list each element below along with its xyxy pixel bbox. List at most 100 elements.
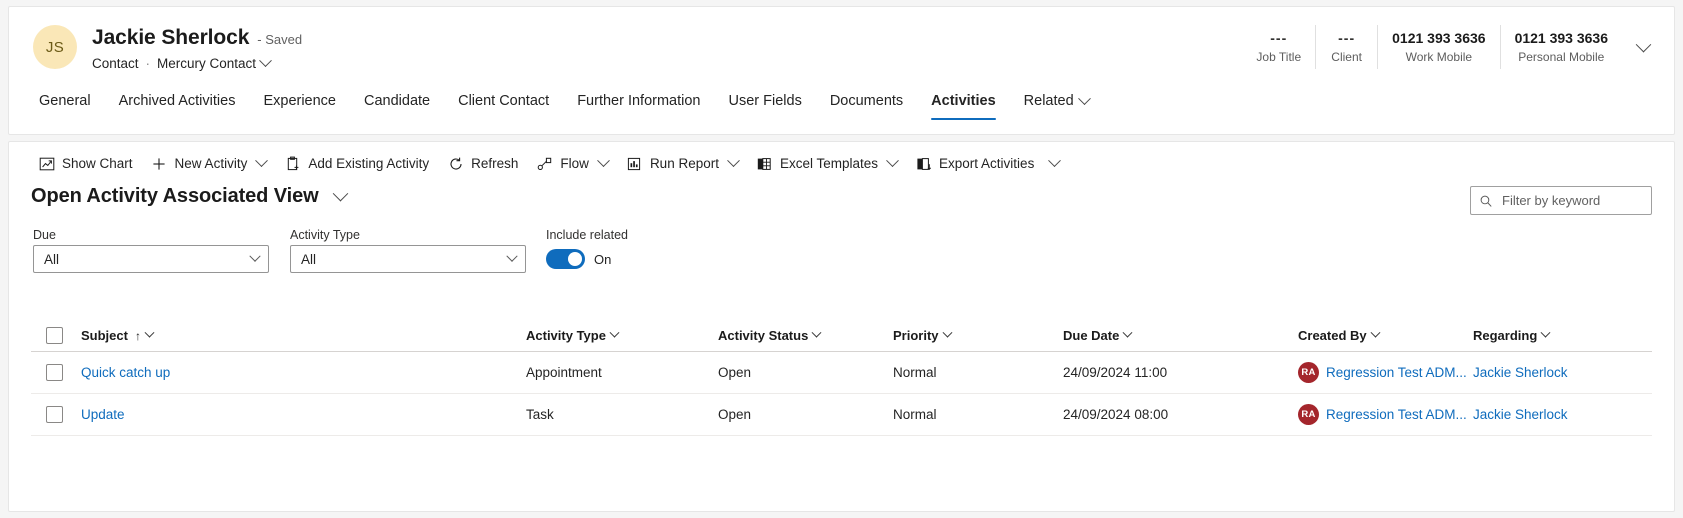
column-header-priority[interactable]: Priority xyxy=(893,328,1063,343)
column-header-activity-status[interactable]: Activity Status xyxy=(718,328,893,343)
created-by-link[interactable]: Regression Test ADM... xyxy=(1326,407,1467,422)
show-chart-button[interactable]: Show Chart xyxy=(29,150,142,177)
data-grid: Subject ↑ Activity Type Activity Status … xyxy=(31,320,1652,436)
search-input[interactable] xyxy=(1500,192,1643,209)
tab-further-information[interactable]: Further Information xyxy=(563,87,714,127)
chevron-down-icon[interactable] xyxy=(886,154,899,168)
record-header-top: JS Jackie Sherlock - Saved Contact · Mer… xyxy=(9,7,1674,85)
chevron-down-icon[interactable] xyxy=(811,328,822,338)
due-filter-select[interactable]: All xyxy=(33,245,269,273)
subject-link[interactable]: Update xyxy=(81,407,125,422)
refresh-button[interactable]: Refresh xyxy=(438,150,527,177)
activity-type-filter: Activity Type All xyxy=(290,228,526,273)
command-label: Flow xyxy=(560,156,589,171)
created-by-link[interactable]: Regression Test ADM... xyxy=(1326,365,1467,380)
cell-due-date: 24/09/2024 08:00 xyxy=(1063,407,1169,422)
toggle-knob xyxy=(568,252,582,266)
column-header-created-by[interactable]: Created By xyxy=(1298,328,1473,343)
command-label: Run Report xyxy=(649,156,719,171)
subject-link[interactable]: Quick catch up xyxy=(81,365,170,380)
chevron-down-icon xyxy=(249,250,261,262)
chevron-down-icon[interactable] xyxy=(1370,328,1381,338)
excel-template-icon xyxy=(756,155,773,172)
export-activities-button[interactable]: Export Activities xyxy=(906,150,1043,177)
chevron-down-icon[interactable] xyxy=(727,154,740,168)
form-selector[interactable]: Mercury Contact xyxy=(157,54,272,71)
cell-subject: Quick catch up xyxy=(81,365,526,380)
tab-documents[interactable]: Documents xyxy=(816,87,917,127)
row-checkbox[interactable] xyxy=(46,364,63,381)
include-related-toggle[interactable] xyxy=(546,249,585,269)
chevron-down-icon[interactable] xyxy=(332,185,348,202)
column-header-regarding[interactable]: Regarding xyxy=(1473,328,1652,343)
stat-label: Work Mobile xyxy=(1405,50,1473,64)
cell-activity-status: Open xyxy=(718,407,752,422)
command-overflow-button[interactable] xyxy=(1043,154,1065,173)
view-title-label: Open Activity Associated View xyxy=(31,185,319,207)
tab-client-contact[interactable]: Client Contact xyxy=(444,87,563,127)
add-existing-icon xyxy=(284,155,301,172)
chevron-down-icon xyxy=(506,250,518,262)
breadcrumb-separator: · xyxy=(145,56,151,71)
stat-personal-mobile: 0121 393 3636 Personal Mobile xyxy=(1499,25,1622,69)
stat-value: 0121 393 3636 xyxy=(1392,30,1486,46)
column-header-activity-type[interactable]: Activity Type xyxy=(526,328,718,343)
view-header-row: Open Activity Associated View xyxy=(9,185,1674,225)
cell-created-by: RA Regression Test ADM... xyxy=(1298,404,1473,425)
chevron-down-icon[interactable] xyxy=(255,154,269,168)
regarding-link[interactable]: Jackie Sherlock xyxy=(1473,365,1568,380)
tab-experience[interactable]: Experience xyxy=(249,87,350,127)
column-label: Priority xyxy=(893,328,939,343)
activity-type-filter-select[interactable]: All xyxy=(290,245,526,273)
excel-templates-button[interactable]: Excel Templates xyxy=(747,150,906,177)
stat-job-title: --- Job Title xyxy=(1242,25,1315,69)
new-activity-button[interactable]: New Activity xyxy=(142,150,276,177)
column-header-subject[interactable]: Subject ↑ xyxy=(81,328,526,343)
app-root: JS Jackie Sherlock - Saved Contact · Mer… xyxy=(0,0,1683,518)
select-all-checkbox[interactable] xyxy=(46,327,63,344)
tab-archived-activities[interactable]: Archived Activities xyxy=(105,87,250,127)
tab-label: Activities xyxy=(931,93,996,109)
stat-label: Personal Mobile xyxy=(1518,50,1605,64)
table-row[interactable]: Quick catch up Appointment Open Normal 2… xyxy=(31,352,1652,394)
header-expand-button[interactable] xyxy=(1626,25,1660,69)
form-selector-label: Mercury Contact xyxy=(157,56,257,71)
regarding-link[interactable]: Jackie Sherlock xyxy=(1473,407,1568,422)
row-checkbox[interactable] xyxy=(46,406,63,423)
tab-candidate[interactable]: Candidate xyxy=(350,87,444,127)
view-selector[interactable]: Open Activity Associated View xyxy=(31,185,348,208)
chevron-down-icon[interactable] xyxy=(1122,328,1133,338)
tab-activities[interactable]: Activities xyxy=(917,87,1009,127)
chevron-down-icon[interactable] xyxy=(1540,328,1551,338)
chevron-down-icon[interactable] xyxy=(609,328,620,338)
tab-label: Further Information xyxy=(577,93,701,109)
grid-header-row: Subject ↑ Activity Type Activity Status … xyxy=(31,320,1652,352)
include-related-filter: Include related On xyxy=(546,228,628,269)
command-label: New Activity xyxy=(174,156,248,171)
flow-button[interactable]: Flow xyxy=(527,150,617,177)
search-box[interactable] xyxy=(1470,186,1652,215)
table-row[interactable]: Update Task Open Normal 24/09/2024 08:00… xyxy=(31,394,1652,436)
column-label: Due Date xyxy=(1063,328,1120,343)
tab-label: Experience xyxy=(263,93,336,109)
add-existing-activity-button[interactable]: Add Existing Activity xyxy=(275,150,438,177)
form-tab-list: General Archived Activities Experience C… xyxy=(25,87,1674,133)
include-related-toggle-row: On xyxy=(546,249,628,269)
include-related-label: Include related xyxy=(546,228,629,242)
tab-user-fields[interactable]: User Fields xyxy=(715,87,816,127)
command-label: Excel Templates xyxy=(779,156,879,171)
include-related-state: On xyxy=(594,251,612,267)
page-title: Jackie Sherlock xyxy=(92,26,250,49)
chevron-down-icon[interactable] xyxy=(144,328,155,338)
stat-value: --- xyxy=(1270,30,1288,46)
tab-general[interactable]: General xyxy=(25,87,105,127)
tab-label: General xyxy=(39,93,91,109)
tab-related[interactable]: Related xyxy=(1010,87,1103,127)
row-select-cell xyxy=(31,364,81,381)
column-header-due-date[interactable]: Due Date xyxy=(1063,328,1298,343)
chevron-down-icon[interactable] xyxy=(942,328,952,338)
run-report-button[interactable]: Run Report xyxy=(617,150,747,177)
activity-type-filter-label: Activity Type xyxy=(290,228,360,242)
overflow-chevron-icon xyxy=(1048,154,1062,168)
chevron-down-icon[interactable] xyxy=(597,154,610,168)
